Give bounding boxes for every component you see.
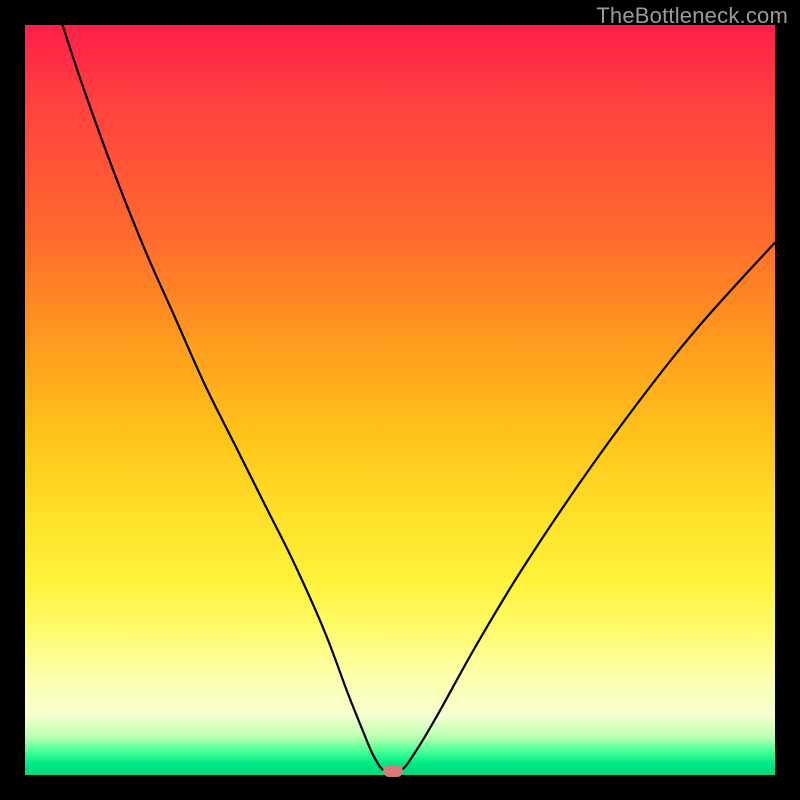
curve-svg (25, 25, 775, 775)
optimal-point-marker (383, 765, 403, 777)
watermark-text: TheBottleneck.com (596, 3, 788, 29)
plot-area (25, 25, 775, 775)
bottleneck-curve (63, 25, 776, 774)
chart-frame: TheBottleneck.com (0, 0, 800, 800)
